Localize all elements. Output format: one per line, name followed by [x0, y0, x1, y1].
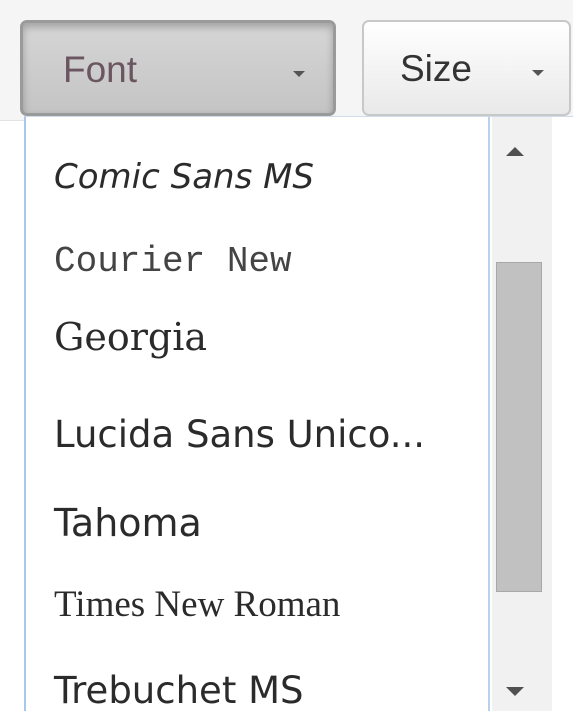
font-option-times-new-roman[interactable]: Times New Roman	[54, 583, 484, 626]
font-list: Comic Sans MS Courier New Georgia Lucida…	[26, 117, 490, 711]
font-option-tahoma[interactable]: Tahoma	[54, 501, 484, 545]
chevron-down-icon	[293, 71, 305, 77]
arrow-up-icon[interactable]	[506, 147, 524, 156]
editor-toolbar: Font Size	[0, 0, 573, 121]
vertical-scrollbar[interactable]	[492, 117, 552, 711]
arrow-down-icon[interactable]	[506, 687, 524, 696]
font-option-georgia[interactable]: Georgia	[54, 315, 484, 359]
dropdown-edge	[552, 117, 573, 711]
scrollbar-thumb[interactable]	[496, 262, 542, 592]
font-option-courier-new[interactable]: Courier New	[54, 241, 484, 282]
chevron-down-icon	[532, 70, 544, 76]
font-button-label: Font	[63, 49, 138, 90]
size-button-label: Size	[400, 48, 472, 89]
font-option-comic-sans-ms[interactable]: Comic Sans MS	[54, 157, 484, 197]
font-option-trebuchet-ms[interactable]: Trebuchet MS	[54, 669, 484, 711]
font-dropdown-menu: Comic Sans MS Courier New Georgia Lucida…	[24, 116, 573, 711]
font-option-lucida-sans-unicode[interactable]: Lucida Sans Unico...	[54, 413, 484, 456]
size-dropdown-button[interactable]: Size	[362, 20, 571, 116]
font-dropdown-button[interactable]: Font	[20, 20, 336, 116]
